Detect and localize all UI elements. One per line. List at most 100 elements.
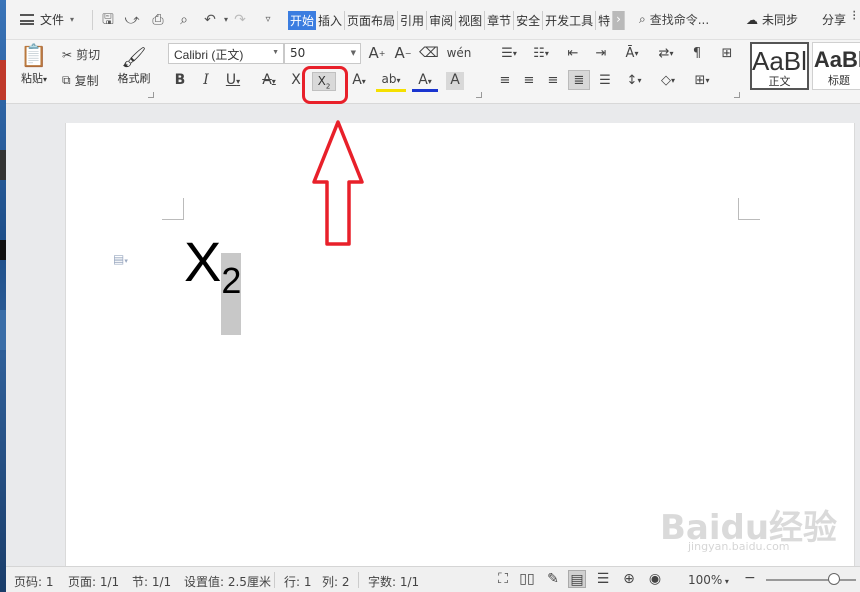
style-label: 标题 (827, 74, 850, 87)
italic-icon[interactable]: I (198, 72, 214, 90)
style-sample: AaBl (752, 46, 807, 76)
chevron-down-icon: ▾ (70, 15, 75, 24)
distributed-align-icon[interactable]: ☰ (596, 71, 614, 89)
tab-page-layout[interactable]: 页面布局 (345, 11, 399, 30)
chevron-down-icon: ▼ (350, 49, 356, 57)
command-search-label: 查找命令... (649, 13, 710, 27)
font-size-select[interactable]: 50 ▼ (284, 43, 361, 64)
show-hide-marks-icon[interactable]: ¶ (688, 44, 706, 62)
align-right-icon[interactable]: ≡ (544, 71, 562, 89)
paragraph-group-launcher[interactable] (734, 92, 740, 98)
increase-indent-icon[interactable]: ⇥ (592, 44, 610, 62)
clipboard-group-launcher[interactable] (148, 92, 154, 98)
eye-protection-icon[interactable]: ◉ (646, 570, 664, 588)
cut-label: 剪切 (76, 48, 101, 62)
output-icon[interactable]: ⤻ (124, 12, 140, 28)
share-button[interactable]: 分享 (822, 11, 846, 28)
status-section[interactable]: 节: 1/1 (132, 573, 171, 590)
line-spacing-icon[interactable]: ↕ ▾ (620, 71, 648, 89)
page-view-icon[interactable]: ▤ (568, 570, 586, 588)
file-menu-button[interactable]: 文件 ▾ (20, 11, 74, 28)
pen-icon[interactable]: ✎ (544, 570, 562, 588)
copy-button[interactable]: ⧉ 复制 (62, 72, 99, 89)
tab-security[interactable]: 安全 (514, 11, 544, 30)
zoom-slider[interactable] (766, 579, 856, 581)
grow-font-icon[interactable]: A + (368, 44, 386, 62)
paste-label: 粘贴 (20, 72, 43, 85)
print-preview-icon[interactable]: ⌕ (176, 12, 192, 28)
align-left-icon[interactable]: ≡ (496, 71, 514, 89)
hamburger-icon (20, 14, 34, 25)
print-icon[interactable]: ⎙ (150, 12, 166, 28)
customize-dropdown-icon[interactable]: ▿ (260, 12, 276, 28)
font-color-icon[interactable]: A▾ (412, 72, 438, 92)
chinese-layout-icon[interactable]: Ā ▾ (618, 44, 646, 62)
subscript-button[interactable]: X2 (312, 72, 336, 91)
save-icon[interactable]: 🖫 (100, 12, 116, 28)
strikethrough-icon[interactable]: A▾ (254, 72, 284, 90)
zoom-level[interactable]: 100% ▾ (688, 573, 729, 587)
outline-view-icon[interactable]: ☰ (594, 570, 612, 588)
paste-button[interactable]: 📋 粘贴▾ (16, 44, 52, 86)
redo-icon[interactable]: ↷ (232, 12, 248, 28)
phonetic-guide-icon[interactable]: wén (447, 43, 472, 63)
underline-icon[interactable]: U▾ (220, 72, 246, 90)
highlight-color-icon[interactable]: ab▾ (376, 72, 406, 92)
shading-icon[interactable]: ◇ ▾ (654, 71, 682, 89)
status-column[interactable]: 列: 2 (322, 573, 350, 590)
reading-mode-icon[interactable]: ▯▯ (518, 570, 536, 588)
align-center-icon[interactable]: ≡ (520, 71, 538, 89)
fullscreen-icon[interactable]: ⛶ (494, 570, 512, 588)
divider (92, 10, 93, 30)
tab-special[interactable]: 特 (596, 11, 614, 30)
document-text[interactable]: X2 (184, 230, 242, 335)
web-view-icon[interactable]: ⊕ (620, 570, 638, 588)
style-heading[interactable]: AaBl 标题 (811, 42, 860, 90)
more-icon[interactable]: ⁝ (852, 8, 856, 24)
paragraph-layout-icon[interactable]: ▤▾ (113, 252, 128, 266)
divider (274, 572, 275, 588)
status-pages[interactable]: 页面: 1/1 (68, 573, 119, 590)
document-main-char: X (184, 230, 222, 293)
justify-icon[interactable]: ≣ (568, 70, 590, 90)
tab-chapter[interactable]: 章节 (485, 11, 515, 30)
tab-home[interactable]: 开始 (288, 11, 317, 30)
cut-button[interactable]: ✂ 剪切 (62, 46, 100, 63)
command-search[interactable]: ⌕ 查找命令... (639, 11, 709, 28)
tab-developer[interactable]: 开发工具 (543, 11, 597, 30)
zoom-slider-handle[interactable] (828, 573, 840, 585)
undo-icon[interactable]: ↶ (202, 12, 218, 28)
character-shading-icon[interactable]: A (446, 72, 464, 90)
decrease-indent-icon[interactable]: ⇤ (564, 44, 582, 62)
status-line[interactable]: 行: 1 (284, 573, 312, 590)
text-effect-icon[interactable]: A▾ (346, 72, 372, 90)
ribbon-tabs: 开始 插入 页面布局 引用 审阅 视图 章节 安全 开发工具 特 › (288, 11, 625, 30)
tabs-more-icon[interactable]: › (613, 11, 625, 30)
style-normal[interactable]: AaBl 正文 (750, 42, 809, 90)
bullet-list-icon[interactable]: ☰ ▾ (496, 44, 522, 62)
tab-references[interactable]: 引用 (398, 11, 428, 30)
divider (358, 572, 359, 588)
tab-view[interactable]: 视图 (456, 11, 486, 30)
cloud-icon: ☁ (746, 12, 758, 27)
file-menu-label: 文件 (40, 13, 65, 27)
sync-button[interactable]: ☁ 未同步 (746, 11, 798, 28)
borders-icon[interactable]: ⊞ ▾ (688, 71, 716, 89)
copy-icon: ⧉ (62, 73, 71, 87)
clear-format-icon[interactable]: ⌫ (419, 44, 439, 62)
tab-review[interactable]: 审阅 (427, 11, 457, 30)
shrink-font-icon[interactable]: A − (394, 44, 412, 62)
status-setting-value[interactable]: 设置值: 2.5厘米 (184, 573, 271, 590)
format-painter-button[interactable]: 🖌 格式刷 (114, 44, 154, 86)
text-direction-icon[interactable]: ⇄ ▾ (652, 44, 680, 62)
text-box-icon[interactable]: ⊞ (718, 44, 736, 62)
font-group-launcher[interactable] (476, 92, 482, 98)
bold-icon[interactable]: B (172, 72, 188, 90)
status-word-count[interactable]: 字数: 1/1 (368, 573, 419, 590)
font-name-select[interactable]: Calibri (正文) ▼ (168, 43, 284, 64)
tab-insert[interactable]: 插入 (316, 11, 346, 30)
numbered-list-icon[interactable]: ☷ ▾ (528, 44, 554, 62)
zoom-out-icon[interactable]: − (744, 570, 756, 586)
styles-gallery: AaBl 正文 AaBl 标题 (750, 42, 860, 90)
status-page-number[interactable]: 页码: 1 (14, 573, 54, 590)
